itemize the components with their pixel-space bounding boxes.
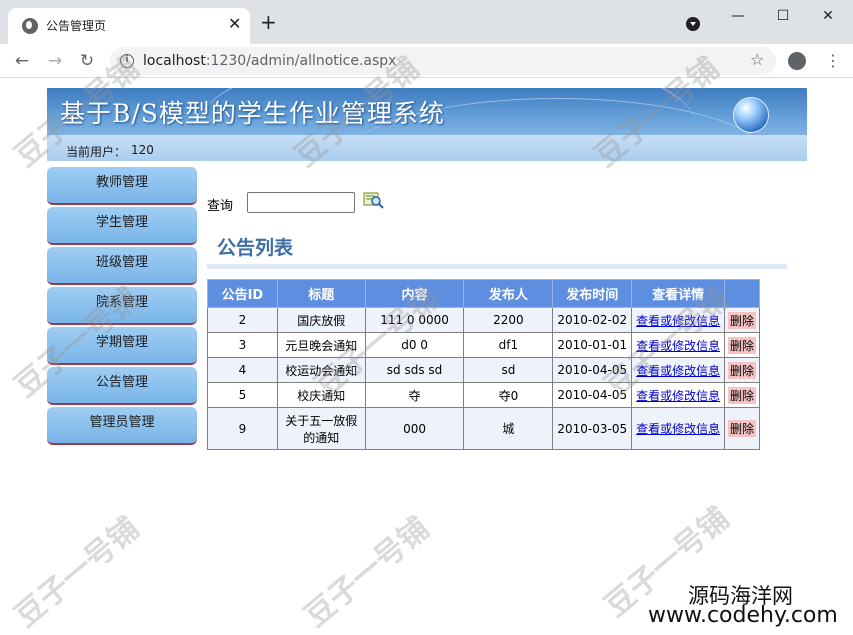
bookmark-star-icon[interactable]: ☆ [750, 50, 764, 69]
search-label: 查询 [207, 199, 234, 214]
minimize-button[interactable]: — [728, 6, 748, 26]
search-input[interactable] [247, 192, 355, 213]
sidebar-item-admins[interactable]: 管理员管理 [47, 407, 197, 445]
table-row: 5 校庆通知 夺 夺0 2010-04-05 查看或修改信息 删除 [207, 382, 761, 408]
globe-logo-icon [733, 97, 769, 133]
view-edit-link[interactable]: 查看或修改信息 [631, 407, 725, 450]
cell-author: 夺0 [463, 382, 554, 408]
banner-stripe [47, 135, 807, 161]
title-divider [207, 264, 787, 269]
delete-cell: 删除 [723, 357, 761, 383]
search-icon[interactable] [362, 190, 384, 210]
sidebar-item-teachers[interactable]: 教师管理 [47, 167, 197, 205]
globe-icon [22, 18, 38, 34]
close-window-button[interactable]: ✕ [818, 6, 838, 26]
cell-id: 5 [207, 382, 278, 408]
cell-title: 关于五一放假的通知 [276, 407, 366, 450]
cell-content: 000 [364, 407, 465, 450]
current-user-value: 120 [131, 143, 154, 157]
table-row: 4 校运动会通知 sd sds sd sd 2010-04-05 查看或修改信息… [207, 357, 761, 383]
delete-button[interactable]: 删除 [727, 420, 756, 437]
forward-icon[interactable]: → [44, 50, 66, 72]
cell-author: df1 [463, 332, 554, 358]
delete-button[interactable]: 删除 [727, 361, 756, 379]
view-edit-link[interactable]: 查看或修改信息 [631, 382, 725, 408]
delete-button[interactable]: 删除 [727, 386, 756, 404]
cell-id: 3 [207, 332, 278, 358]
cell-title: 国庆放假 [276, 307, 366, 333]
close-tab-icon[interactable]: ✕ [228, 14, 241, 33]
cell-author: 2200 [463, 307, 554, 333]
url-host: localhost [143, 53, 206, 69]
cell-author: 城 [463, 407, 554, 450]
cell-id: 4 [207, 357, 278, 383]
watermark-text: 豆子一号铺 [8, 511, 146, 635]
url-text[interactable]: localhost:1230/admin/allnotice.aspx [143, 53, 396, 69]
column-header-id: 公告ID [207, 279, 278, 308]
cell-author: sd [463, 357, 554, 383]
delete-cell: 删除 [723, 407, 761, 450]
column-header-author: 发布人 [463, 279, 554, 308]
watermark-site-url: www.codehy.com [648, 603, 838, 628]
table-row: 9 关于五一放假的通知 000 城 2010-03-05 查看或修改信息 删除 [207, 407, 761, 450]
cell-content: 夺 [364, 382, 465, 408]
browser-tab[interactable]: 公告管理页 ✕ [8, 8, 250, 44]
tab-search-icon[interactable] [686, 17, 700, 31]
column-header-title: 标题 [276, 279, 366, 308]
new-tab-button[interactable]: + [260, 12, 277, 32]
back-icon[interactable]: ← [11, 50, 33, 72]
page-viewport: 基于B/S模型的学生作业管理系统 当前用户： 120 教师管理 学生管理 班级管… [0, 51, 853, 635]
current-user-label: 当前用户： [66, 145, 127, 159]
tab-title: 公告管理页 [46, 19, 107, 33]
cell-date: 2010-02-02 [552, 307, 633, 333]
cell-date: 2010-03-05 [552, 407, 633, 450]
delete-cell: 删除 [723, 332, 761, 358]
browser-titlebar: 公告管理页 ✕ + — ☐ ✕ [0, 0, 853, 44]
watermark-text: 豆子一号铺 [298, 511, 436, 635]
delete-button[interactable]: 删除 [727, 311, 756, 329]
account-icon[interactable] [788, 52, 806, 70]
column-header-date: 发布时间 [552, 279, 633, 308]
cell-id: 9 [207, 407, 278, 450]
delete-button[interactable]: 删除 [727, 336, 756, 354]
maximize-button[interactable]: ☐ [773, 6, 793, 26]
delete-cell: 删除 [723, 382, 761, 408]
menu-icon[interactable]: ⋮ [825, 51, 841, 70]
page-title: 公告列表 [217, 237, 294, 259]
cell-id: 2 [207, 307, 278, 333]
url-path: :1230/admin/allnotice.aspx [205, 53, 397, 69]
sidebar-item-students[interactable]: 学生管理 [47, 207, 197, 245]
